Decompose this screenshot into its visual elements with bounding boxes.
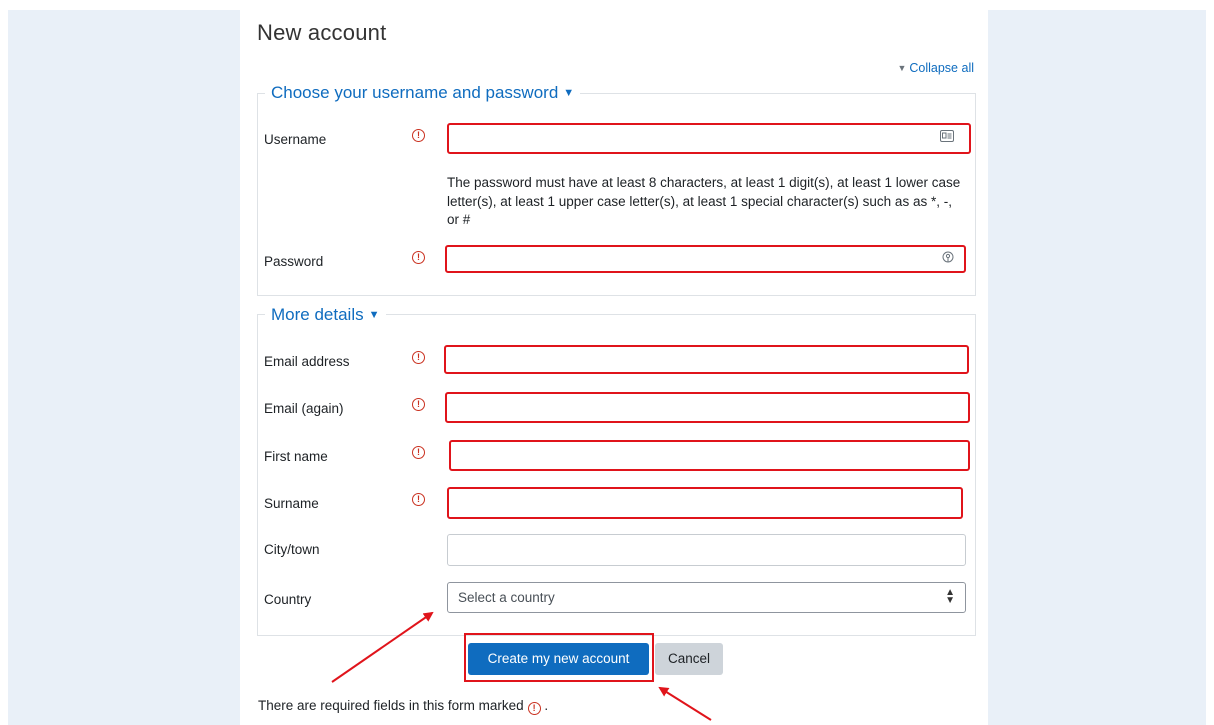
required-icon: ! [412, 398, 425, 411]
username-input[interactable] [447, 123, 971, 154]
surname-input[interactable] [447, 487, 963, 519]
login-section-legend: Choose your username and password [271, 83, 559, 102]
city-input[interactable] [447, 534, 966, 566]
first-name-label: First name [264, 449, 328, 464]
required-icon: ! [412, 493, 425, 506]
id-card-icon [940, 130, 954, 145]
city-label: City/town [264, 542, 320, 557]
collapse-all-link[interactable]: ▼ Collapse all [897, 61, 974, 75]
password-policy-text: The password must have at least 8 charac… [447, 175, 961, 227]
surname-label: Surname [264, 496, 319, 511]
username-label: Username [264, 132, 327, 147]
email-again-input[interactable] [445, 392, 970, 423]
country-select-value: Select a country [458, 590, 555, 605]
triangle-down-icon: ▼ [897, 63, 907, 73]
page-background-right [988, 10, 1206, 725]
login-section-toggle[interactable]: Choose your username and password ▼ [265, 83, 581, 103]
country-select[interactable]: Select a country ▲ ▼ [447, 582, 966, 613]
email-again-label: Email (again) [264, 401, 344, 416]
country-label: Country [264, 592, 312, 607]
page-background-left [8, 10, 240, 725]
required-fields-note: There are required fields in this form m… [258, 698, 548, 715]
required-icon: ! [412, 351, 425, 364]
details-section-toggle[interactable]: More details ▼ [265, 305, 386, 325]
required-note-text: There are required fields in this form m… [258, 698, 524, 713]
details-section-legend: More details [271, 305, 364, 324]
collapse-all-label: Collapse all [909, 61, 974, 75]
page-title: New account [257, 20, 387, 45]
key-icon [942, 251, 954, 268]
required-icon: ! [412, 446, 425, 459]
required-note-suffix: . [544, 698, 549, 713]
password-input[interactable] [445, 245, 966, 273]
required-icon: ! [412, 251, 425, 264]
email-label: Email address [264, 354, 350, 369]
cancel-button[interactable]: Cancel [655, 643, 723, 675]
required-icon: ! [412, 129, 425, 142]
sort-icon: ▲ ▼ [945, 587, 955, 606]
password-label: Password [264, 254, 324, 269]
create-account-button[interactable]: Create my new account [468, 643, 649, 675]
required-icon: ! [527, 702, 541, 715]
first-name-input[interactable] [449, 440, 970, 471]
email-input[interactable] [444, 345, 969, 374]
caret-down-icon: ▼ [368, 309, 380, 321]
caret-down-icon: ▼ [563, 87, 575, 99]
